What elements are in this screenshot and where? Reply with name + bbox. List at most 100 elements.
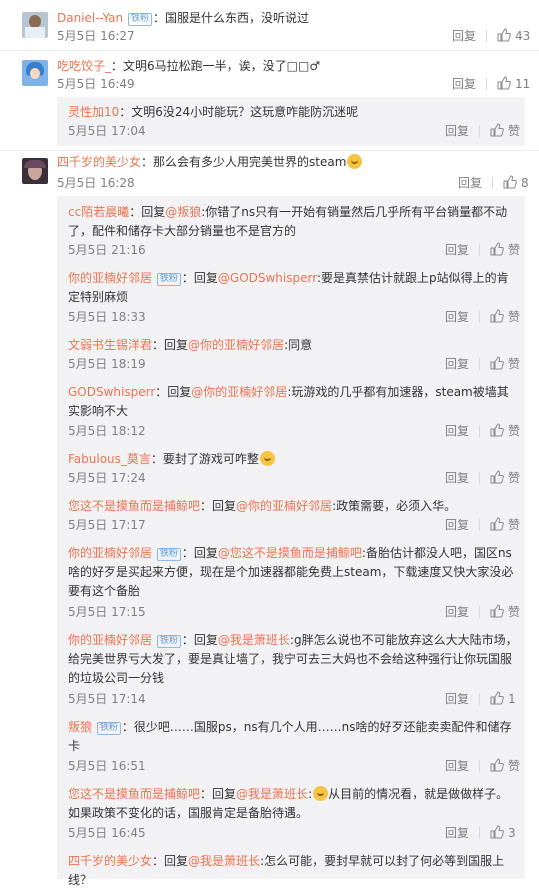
reply-prefix: 回复 xyxy=(193,633,218,647)
username[interactable]: 四千岁的美少女 xyxy=(68,854,152,868)
like-count: 3 xyxy=(508,826,516,840)
mention[interactable]: @你的亚楠好邻居 xyxy=(188,338,284,352)
username[interactable]: Fabulous_莫言 xyxy=(68,452,151,466)
reply-button[interactable]: 回复 xyxy=(445,692,469,706)
reply-actions: 回复 赞 xyxy=(445,423,520,439)
username[interactable]: cc陌若晨曦 xyxy=(68,205,129,219)
avatar[interactable] xyxy=(22,158,48,184)
reply-button[interactable]: 回复 xyxy=(445,826,469,840)
like-button[interactable]: 43 xyxy=(497,28,531,43)
thumbs-up-icon xyxy=(490,825,504,839)
reply-button[interactable]: 回复 xyxy=(445,759,469,773)
like-label: 赞 xyxy=(508,124,521,138)
like-count: 8 xyxy=(521,176,529,190)
username[interactable]: 您这不是摸鱼而是捕鲸吧 xyxy=(68,787,200,801)
reply-body: :政策需要，必须入华。 xyxy=(332,499,457,513)
reply-prefix: 回复 xyxy=(212,787,237,801)
like-button[interactable]: 赞 xyxy=(490,309,520,324)
like-button[interactable]: 赞 xyxy=(490,758,520,773)
like-label: 赞 xyxy=(508,243,521,257)
like-button[interactable]: 8 xyxy=(503,175,529,190)
mention[interactable]: @GODSwhisperr xyxy=(218,271,317,285)
timestamp: 5月5日 17:04 xyxy=(68,124,146,138)
reply-actions: 回复 赞 xyxy=(445,517,520,533)
smile-face-emoji-icon xyxy=(313,786,329,801)
shy-face-emoji-icon xyxy=(347,154,363,169)
reply-actions: 回复 赞 xyxy=(445,242,520,258)
avatar[interactable] xyxy=(22,12,48,38)
like-button[interactable]: 1 xyxy=(490,691,516,706)
reply-body: ：很少吧……国服ps，ns有几个人用……ns啥的好歹还能卖卖配件和储存卡 xyxy=(68,720,512,753)
thumbs-up-icon xyxy=(490,356,504,370)
reply-button[interactable]: 回复 xyxy=(445,424,469,438)
reply-actions: 回复 1 xyxy=(445,691,516,707)
username[interactable]: 你的亚楠好邻居 xyxy=(68,546,152,560)
comment-body: ：文明6马拉松跑一半，诶，没了□□♂ xyxy=(111,59,321,73)
timestamp: 5月5日 17:24 xyxy=(68,471,146,485)
reply-actions: 回复 3 xyxy=(445,825,516,841)
mention[interactable]: @您这不是摸鱼而是捕鲸吧 xyxy=(218,546,362,560)
timestamp: 5月5日 16:49 xyxy=(57,77,135,91)
username[interactable]: 四千岁的美少女 xyxy=(57,155,141,169)
reply-actions: 回复 赞 xyxy=(445,604,520,620)
like-button[interactable]: 赞 xyxy=(490,242,521,257)
username[interactable]: 你的亚楠好邻居 xyxy=(68,633,152,647)
username[interactable]: 您这不是摸鱼而是捕鲸吧 xyxy=(68,499,200,513)
username[interactable]: 吃吃饺子_ xyxy=(57,59,111,73)
reply-button[interactable]: 回复 xyxy=(445,518,469,532)
like-button[interactable]: 赞 xyxy=(490,470,520,485)
reply-text: 您这不是摸鱼而是捕鲸吧：回复@我是萧班长: 从目前的情况看，就是做做样子。如果政策… xyxy=(68,786,509,820)
like-label: 赞 xyxy=(508,424,521,438)
timestamp: 5月5日 16:27 xyxy=(57,29,135,43)
reply-button[interactable]: 回复 xyxy=(458,176,482,190)
like-button[interactable]: 赞 xyxy=(490,517,521,532)
avatar[interactable] xyxy=(22,60,48,86)
username[interactable]: 文弱书生锡洋君 xyxy=(68,338,152,352)
thumbs-up-icon xyxy=(490,123,504,137)
like-label: 赞 xyxy=(508,357,521,371)
reply-text: 四千岁的美少女：回复@我是萧班长:怎么可能，要封早就可以封了何必等到国服上线？ xyxy=(68,854,505,887)
fan-badge: 铁粉 xyxy=(156,635,181,648)
reply-text: 叛狼 铁粉 ：很少吧……国服ps，ns有几个人用……ns啥的好歹还能卖卖配件和储存… xyxy=(68,718,518,756)
like-button[interactable]: 3 xyxy=(490,825,516,840)
mention[interactable]: @我是萧班长 xyxy=(218,633,290,647)
reply-prefix: 回复 xyxy=(164,338,189,352)
username[interactable]: 叛狼 xyxy=(68,720,92,734)
like-button[interactable]: 赞 xyxy=(490,423,521,438)
timestamp: 5月5日 18:19 xyxy=(68,357,146,371)
reply-text: 灵性加10：文明6没24小时能玩？这玩意咋能防沉迷呢 xyxy=(68,103,518,122)
reply-button[interactable]: 回复 xyxy=(445,357,469,371)
thumbs-up-icon xyxy=(490,470,504,484)
thumbs-up-icon xyxy=(490,517,504,531)
username[interactable]: Daniel--Yan xyxy=(57,11,123,25)
mention[interactable]: @你的亚楠好邻居 xyxy=(191,385,287,399)
reply-button[interactable]: 回复 xyxy=(445,605,469,619)
reply-body: :同意 xyxy=(284,338,313,352)
reply-button[interactable]: 回复 xyxy=(445,124,469,138)
reply-button[interactable]: 回复 xyxy=(445,243,469,257)
like-button[interactable]: 11 xyxy=(497,76,530,91)
reply-actions: 回复 赞 xyxy=(445,470,520,486)
username[interactable]: 你的亚楠好邻居 xyxy=(68,271,152,285)
like-label: 赞 xyxy=(508,518,521,532)
thumbs-up-icon xyxy=(490,309,504,323)
like-count: 43 xyxy=(515,29,531,43)
mention[interactable]: @你的亚楠好邻居 xyxy=(236,499,332,513)
like-button[interactable]: 赞 xyxy=(490,604,520,619)
username[interactable]: GODSwhisperr xyxy=(68,385,155,399)
reply-button[interactable]: 回复 xyxy=(452,29,476,43)
mention[interactable]: @我是萧班长 xyxy=(236,787,308,801)
reply-body: ：文明6没24小时能玩？这玩意咋能防沉迷呢 xyxy=(119,105,359,119)
like-button[interactable]: 赞 xyxy=(490,123,521,138)
reply-button[interactable]: 回复 xyxy=(445,471,469,485)
reply-button[interactable]: 回复 xyxy=(452,77,476,91)
thumbs-up-icon xyxy=(497,28,511,42)
mention[interactable]: @我是萧班长 xyxy=(188,854,260,868)
like-button[interactable]: 赞 xyxy=(490,356,521,371)
timestamp: 5月5日 18:33 xyxy=(68,310,146,324)
username[interactable]: 灵性加10 xyxy=(68,105,119,119)
mention[interactable]: @叛狼 xyxy=(165,205,201,219)
reply-button[interactable]: 回复 xyxy=(445,310,469,324)
reply-prefix: 回复 xyxy=(164,854,189,868)
comment-actions: 回复 11 xyxy=(452,76,530,92)
